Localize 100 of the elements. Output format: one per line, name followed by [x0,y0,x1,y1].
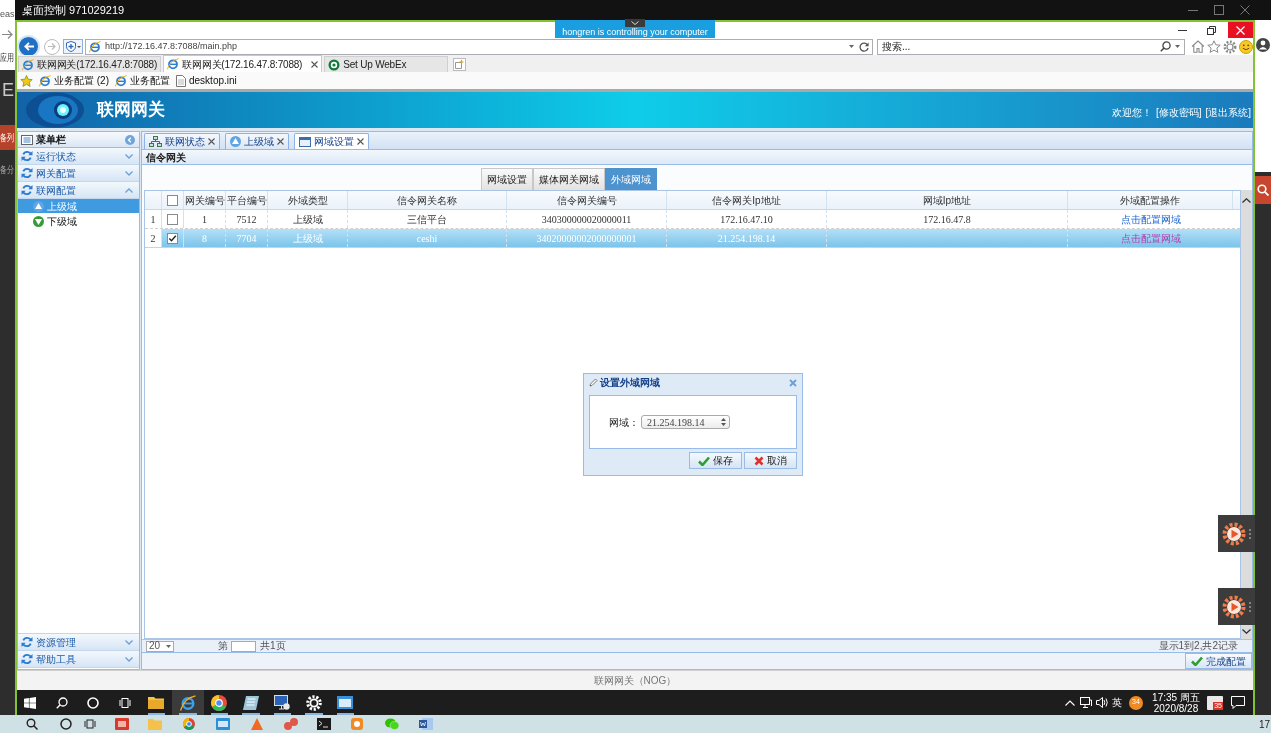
close-icon[interactable] [357,138,364,145]
page-input[interactable] [231,640,256,652]
task-view-icon[interactable] [118,696,131,709]
close-icon[interactable] [311,60,319,68]
triangle-down-icon [33,215,44,227]
user-silhouette-icon[interactable] [1256,38,1270,52]
menu-item[interactable]: 联网配置 [18,182,139,199]
tile-icon[interactable] [216,718,230,730]
minimize-icon[interactable] [1178,29,1187,31]
address-field[interactable]: http://172.16.47.8:7088/main.php [85,38,873,55]
page-size-select[interactable]: 20 [146,640,174,652]
save-button[interactable]: 保存 [689,452,742,469]
app-icon[interactable] [284,718,298,730]
arrow-right-icon [48,43,56,50]
favorite-link[interactable]: 业务配置 [115,73,170,88]
chevron-up-icon[interactable] [1242,198,1251,203]
search-icon[interactable] [26,718,38,730]
document-icon[interactable] [419,718,433,730]
maximize-icon[interactable] [1214,5,1224,15]
task-view-icon[interactable] [84,718,96,730]
menu-item[interactable]: 运行状态 [18,148,139,165]
close-button[interactable] [1228,22,1253,38]
favorite-link[interactable]: 业务配置 (2) [39,73,109,88]
clock-date[interactable]: 2020/8/28 [1153,702,1199,714]
app-tab[interactable]: 联网状态 [144,133,220,149]
close-icon[interactable] [1240,5,1250,15]
table-row[interactable]: 2 8 7704 上级域 ceshi 34020000002000000001 21.254.198.14 点击配置网域 [145,229,1240,248]
checkbox[interactable] [167,194,178,206]
restore-icon[interactable] [1207,25,1216,35]
table-row[interactable]: 1 1 7512 上级域 三信平台 340300000020000011 172.16.47.10 172.16.47.8 点击配置网域 [145,210,1240,229]
browser-tab[interactable]: 联网网关(172.16.47.8:7088) [18,56,162,72]
table-cell-text: 8 [202,231,207,246]
checkbox[interactable] [167,213,178,225]
domain-select[interactable]: 21.254.198.14 [641,415,730,429]
e-logo-icon [115,74,127,87]
floating-widget[interactable] [1218,515,1255,552]
action-center-icon[interactable] [1231,696,1245,709]
browser-tab[interactable]: Set Up WebEx [324,56,449,72]
app-tab[interactable]: 上级域 [225,133,289,149]
favorite-link[interactable]: desktop.ini [176,73,237,88]
arrow-right-icon[interactable] [2,29,13,39]
button-fragment[interactable]: 备列 [0,125,15,150]
compatibility-button[interactable] [63,39,83,54]
finish-button[interactable]: 完成配置 [1185,653,1252,669]
breadcrumb: 信令网关 [146,150,186,165]
e-logo-icon [89,40,101,53]
chevron-down-icon[interactable] [1242,629,1251,634]
input-method-indicator[interactable]: 英 [1112,695,1122,710]
text-fragment: 备分 [0,164,14,176]
tile-icon[interactable] [115,718,129,730]
menu-item[interactable]: 网关配置 [18,165,139,182]
caret-icon[interactable] [1175,45,1180,48]
search-button[interactable] [1255,176,1271,204]
collapse-tab[interactable] [625,19,645,27]
smiley-icon[interactable] [1239,39,1253,54]
browser-tab[interactable]: 联网网关(172.16.47.8:7088) [163,55,323,72]
column-header: 外域配置操作 [1120,193,1180,208]
home-icon[interactable] [1191,40,1205,53]
search-icon[interactable] [1160,41,1171,52]
close-icon[interactable] [277,138,284,145]
terminal-icon[interactable] [317,718,331,730]
clock-time[interactable]: 17:35 周五 [1152,691,1200,703]
menu-item[interactable]: 帮助工具 [18,651,139,668]
eye-logo-icon [25,92,85,128]
sub-tab[interactable]: 媒体网关网域 [533,168,605,190]
caret-icon[interactable] [849,45,854,48]
circle-icon[interactable] [60,718,72,730]
configure-link[interactable]: 点击配置网域 [1120,211,1181,227]
row-number: 2 [150,231,156,246]
folder-icon [148,696,165,709]
header-link[interactable]: [修改密码] [1155,105,1202,120]
new-tab-button[interactable] [453,58,467,71]
e-logo-icon [39,74,51,87]
refresh-icon[interactable] [859,41,869,52]
column-header: 信令网关Ip地址 [712,193,781,208]
volume-icon[interactable] [1096,697,1108,708]
column-header: 网关编号 [184,193,225,208]
network-icon[interactable] [1080,697,1092,708]
footer-text: 联网网关（NOG） [593,674,677,688]
star-icon[interactable] [20,74,33,87]
table-cell-text: 7704 [236,231,257,246]
column-header: 网域Ip地址 [922,193,972,208]
notebook-icon [242,695,259,710]
color-wheel-icon[interactable] [183,718,195,730]
close-icon[interactable] [208,138,215,145]
settings-icon[interactable] [1223,39,1237,54]
menu-item[interactable]: 资源管理 [18,634,139,651]
cancel-button[interactable]: 取消 [744,452,797,469]
header-link[interactable]: [退出系统] [1205,105,1251,120]
window-icon [337,696,354,709]
remote-control-banner: hongren is controlling your computer [555,20,715,38]
text-fragment: 应用 [0,52,14,64]
search-icon[interactable] [55,696,68,709]
sub-tab[interactable]: 网域设置 [481,168,533,190]
app-tab[interactable]: 网域设置 [294,133,369,149]
search-field[interactable]: 搜索... [877,38,1185,55]
cycle-icon [21,184,33,196]
floating-widget[interactable] [1218,588,1255,625]
star-icon[interactable] [1207,40,1221,53]
checkbox[interactable] [167,232,178,244]
